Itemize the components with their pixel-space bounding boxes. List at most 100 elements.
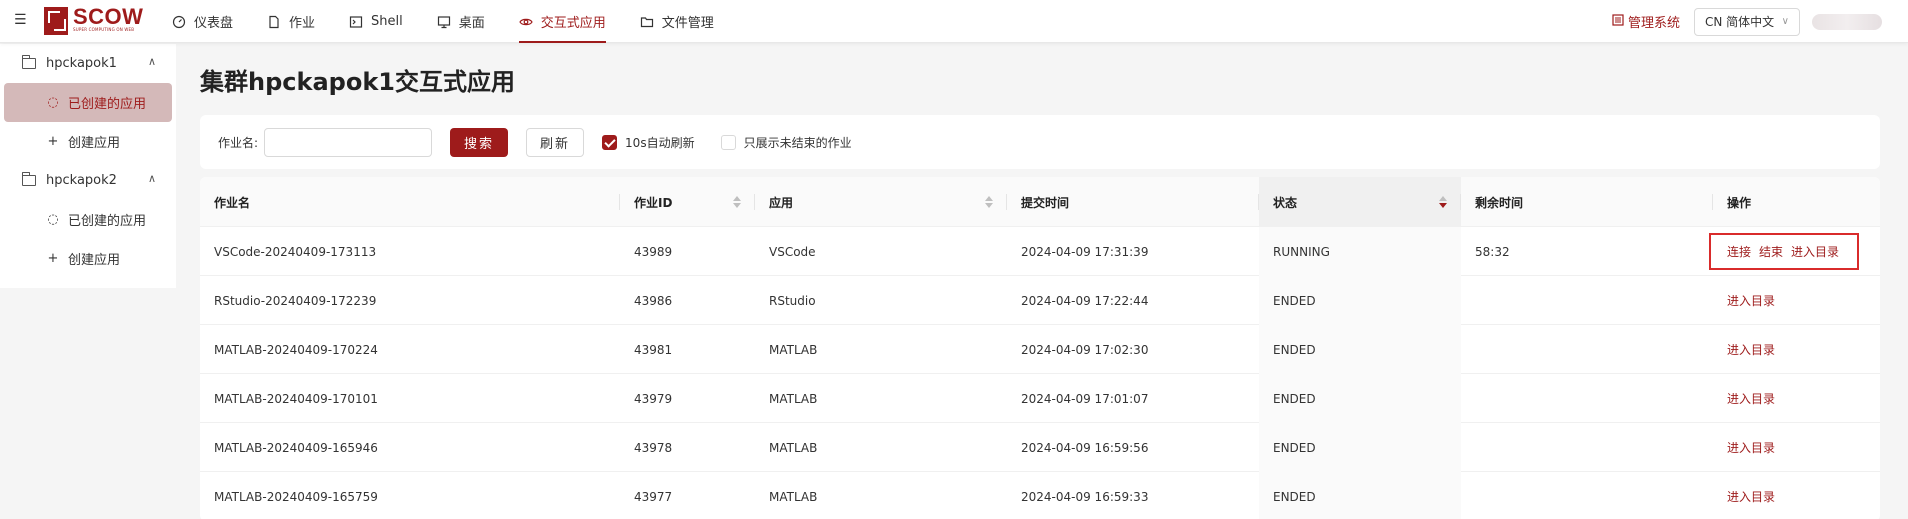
sidebar-item-create-app-1[interactable]: + 创建应用 [0,122,176,161]
plus-icon: + [47,251,59,266]
cell-actions: 进入目录 [1713,423,1880,472]
chevron-up-icon: ∧ [147,55,156,68]
admin-icon [1612,14,1624,29]
table-row: RStudio-20240409-172239 43986 RStudio 2024-… [200,276,1880,325]
cell-submit-time: 2024-04-09 17:22:44 [1021,293,1149,308]
auto-refresh-checkbox[interactable]: 10s自动刷新 [602,134,695,151]
cell-app: MATLAB [769,342,818,357]
nav-dashboard[interactable]: 仪表盘 [172,0,233,43]
logo-subtitle: SUPER COMPUTING ON WEB [73,27,135,32]
table-row: MATLAB-20240409-170101 43979 MATLAB 2024-04… [200,374,1880,423]
nav-jobs[interactable]: 作业 [267,0,315,43]
logo[interactable]: SCOW SUPER COMPUTING ON WEB [44,4,144,37]
job-name-input[interactable] [264,127,433,157]
sidebar-item-created-apps-1[interactable]: ◌ 已创建的应用 [4,83,172,122]
cell-status: RUNNING [1259,227,1461,276]
refresh-button[interactable]: 刷新 [526,127,585,157]
open-directory-link[interactable]: 进入目录 [1727,390,1775,407]
cell-remaining-time [1461,423,1713,472]
cell-actions: 进入目录 [1713,325,1880,374]
sidebar-item-create-app-2[interactable]: + 创建应用 [0,239,176,278]
col-job-name: 作业名 [200,177,620,227]
row-actions: 进入目录 [1727,292,1783,309]
cell-actions: 进入目录 [1713,276,1880,325]
open-directory-link[interactable]: 进入目录 [1727,439,1775,456]
col-remaining-time: 剩余时间 [1461,177,1713,227]
table-row: MATLAB-20240409-170224 43981 MATLAB 2024-04… [200,325,1880,374]
nav-shell[interactable]: Shell [349,0,403,43]
cell-job-id: 43986 [634,293,673,308]
sidebar-group-hpckapok1[interactable]: hpckapok1 ∧ [0,44,176,83]
cell-app: RStudio [769,293,816,308]
cell-submit-time: 2024-04-09 17:01:07 [1021,391,1149,406]
table-header: 作业名 作业ID 应用 提交时间 状态 剩余时间 操作 [200,177,1880,227]
nav-interactive-apps[interactable]: 交互式应用 [518,0,606,43]
nav-dashboard-label: 仪表盘 [194,16,234,31]
sidebar-group-label: hpckapok1 [46,56,117,71]
folder-icon [22,55,36,69]
sort-desc-icon [1439,196,1447,208]
cell-job-name: MATLAB-20240409-170101 [214,391,378,406]
row-actions: 进入目录 [1727,341,1783,358]
cell-actions: 进入目录 [1713,472,1880,519]
row-actions: 进入目录 [1727,488,1783,505]
logo-title: SCOW [73,4,144,29]
row-actions: 进入目录 [1727,439,1783,456]
menu-icon[interactable]: ☰ [14,13,28,27]
cell-job-name: MATLAB-20240409-170224 [214,342,378,357]
sidebar-item-label: 创建应用 [68,136,121,151]
sidebar-item-created-apps-2[interactable]: ◌ 已创建的应用 [0,200,176,239]
page-scrollbar[interactable] [1900,44,1908,519]
open-directory-link[interactable]: 进入目录 [1727,488,1775,505]
cell-submit-time: 2024-04-09 17:31:39 [1021,244,1149,259]
sidebar-group-hpckapok2[interactable]: hpckapok2 ∧ [0,161,176,200]
col-job-id[interactable]: 作业ID [620,177,755,227]
cell-job-id: 43989 [634,244,673,259]
cell-actions: 进入目录 [1713,374,1880,423]
chevron-down-icon: ∨ [1781,16,1789,27]
nav-file-manager-label: 文件管理 [661,16,714,31]
unfinished-only-label: 只展示未结束的作业 [743,135,852,150]
nav-desktop-label: 桌面 [458,16,485,31]
cell-job-id: 43979 [634,391,673,406]
cell-job-id: 43981 [634,342,673,357]
cell-job-name: MATLAB-20240409-165759 [214,489,378,504]
top-nav: 仪表盘 作业 Shell 桌面 交互式应用 文件管理 [172,0,748,43]
admin-system-link[interactable]: 管理系统 [1612,12,1680,31]
language-select[interactable]: CN 简体中文 ∨ [1694,7,1800,36]
col-status[interactable]: 状态 [1259,177,1461,227]
table-body: VSCode-20240409-173113 43989 VSCode 2024-04… [200,227,1880,519]
open-directory-link[interactable]: 进入目录 [1727,341,1775,358]
col-app[interactable]: 应用 [755,177,1007,227]
cell-submit-time: 2024-04-09 16:59:56 [1021,440,1149,455]
cell-remaining-time [1461,325,1713,374]
chevron-up-icon: ∧ [147,172,156,185]
unfinished-only-checkbox[interactable]: 只展示未结束的作业 [720,134,852,151]
open-directory-link[interactable]: 进入目录 [1727,292,1775,309]
folder-icon [22,172,36,186]
highlight-box [1709,233,1860,270]
page-title: 集群hpckapok1交互式应用 [200,68,515,96]
eye-icon [519,15,533,29]
scow-logo-mark [44,7,68,35]
file-icon [267,15,281,29]
cell-status: ENDED [1259,276,1461,325]
cell-submit-time: 2024-04-09 16:59:33 [1021,489,1149,504]
table-row: VSCode-20240409-173113 43989 VSCode 2024-04… [200,227,1880,276]
auto-refresh-label: 10s自动刷新 [625,135,695,150]
checkbox-checked-icon [602,134,618,150]
table-row: MATLAB-20240409-165759 43977 MATLAB 2024-04… [200,472,1880,519]
user-avatar[interactable] [1812,13,1882,30]
search-button[interactable]: 搜索 [450,127,509,157]
nav-file-manager[interactable]: 文件管理 [640,0,714,43]
nav-desktop[interactable]: 桌面 [437,0,485,43]
cell-remaining-time [1461,472,1713,519]
language-value: CN 简体中文 [1705,15,1775,29]
cell-job-name: RStudio-20240409-172239 [214,293,377,308]
plus-icon: + [47,134,59,149]
col-submit-time: 提交时间 [1007,177,1259,227]
cell-job-name: VSCode-20240409-173113 [214,244,377,259]
cell-app: MATLAB [769,489,818,504]
sidebar-group-label: hpckapok2 [46,173,117,188]
sidebar-item-label: 已创建的应用 [68,214,147,229]
